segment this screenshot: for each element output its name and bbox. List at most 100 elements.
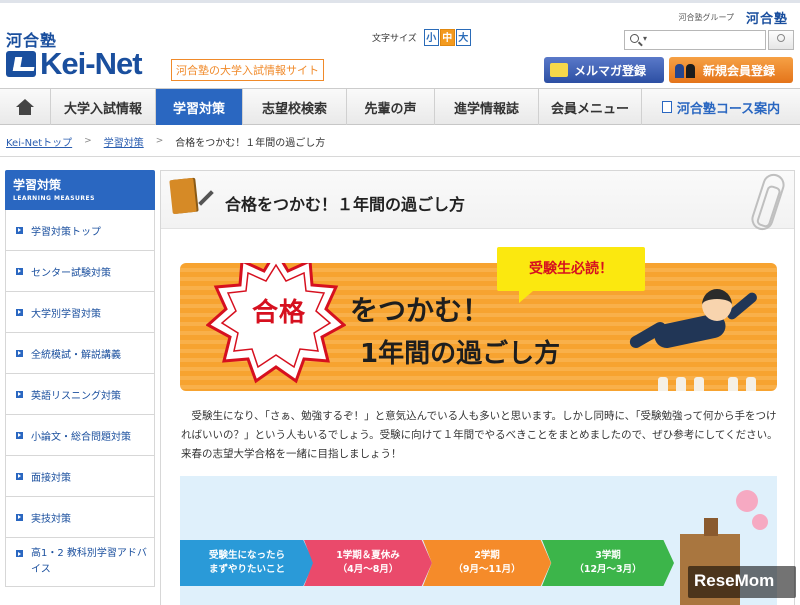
search-input[interactable]: ▾ (624, 30, 766, 50)
arrow-right-icon (16, 431, 23, 439)
cherry-blossom-icon (752, 514, 768, 530)
sidebar-item-university[interactable]: 大学別学習対策 (5, 292, 155, 333)
book-icon (169, 177, 197, 215)
arrow-right-icon (16, 472, 23, 480)
arrow-right-icon (16, 349, 23, 357)
sidebar-item-label: 小論文・総合問題対策 (31, 431, 131, 443)
sidebar-item-label: 高1・2 教科別学習アドバイス (31, 548, 147, 575)
hero-banner: 合格 をつかむ！ 1年間の過ごし方 (180, 263, 777, 391)
breadcrumb-current: 合格をつかむ！１年間の過ごし方 (175, 137, 326, 149)
timeline-step-line: 受験生になったら (208, 550, 285, 561)
banner-line-1: をつかむ！ (350, 294, 491, 327)
arrow-right-icon (16, 513, 23, 521)
callout-must-read: 受験生必読！ (497, 247, 645, 303)
group-link[interactable]: 河合塾グループ (678, 12, 734, 23)
sidebar-item-label: 全統模試・解説講義 (31, 349, 121, 361)
search-icon (630, 34, 639, 43)
arrow-right-icon (16, 390, 23, 398)
pencil-icon (198, 190, 214, 206)
title-bar: 合格をつかむ！１年間の過ごし方 (161, 171, 794, 233)
logo-text: Kei-Net (40, 46, 143, 81)
watermark-logo: ReseMom (688, 566, 796, 598)
people-icon (675, 62, 697, 78)
group-logo[interactable]: 河合塾 (746, 8, 788, 27)
arrow-right-icon (16, 550, 23, 557)
nav-item-member-menu[interactable]: 会員メニュー (539, 89, 642, 125)
sidebar-item-interview[interactable]: 面接対策 (5, 456, 155, 497)
timeline-step-line: （4月〜8月） (337, 564, 399, 575)
sidebar-item-label: 英語リスニング対策 (31, 390, 121, 402)
global-nav: 大学入試情報 学習対策 志望校検索 先輩の声 進学情報誌 会員メニュー 河合塾コ… (0, 88, 800, 125)
banner-line-2: 1年間の過ごし方 (360, 339, 561, 369)
main-content: 合格をつかむ！１年間の過ごし方 合格 をつかむ！ 1年間の過ごし方 受験生必読！… (160, 170, 795, 605)
sidebar-item-label: 学習対策トップ (31, 226, 101, 238)
breadcrumb-link-top[interactable]: Kei-Netトップ (6, 134, 72, 149)
breadcrumb-link-study[interactable]: 学習対策 (104, 134, 144, 149)
cheering-hands-icon (694, 377, 704, 391)
sidebar-subtitle: LEARNING MEASURES (13, 195, 95, 202)
timeline-step-start[interactable]: 受験生になったら まずやりたいこと (180, 540, 314, 586)
arrow-right-icon (16, 226, 23, 234)
site-tagline: 河合塾の大学入試情報サイト (171, 59, 324, 81)
timeline-step-term1[interactable]: 1学期＆夏休み （4月〜8月） (304, 540, 432, 586)
sidebar-item-label: 面接対策 (31, 472, 71, 484)
search-button[interactable] (768, 30, 794, 50)
font-size-medium-button[interactable]: 中 (439, 29, 455, 46)
cheering-hands-icon (746, 377, 756, 391)
font-size-switcher: 文字サイズ 小 中 大 (372, 29, 471, 46)
sidebar-item-center-exam[interactable]: センター試験対策 (5, 251, 155, 292)
sidebar-item-label: 実技対策 (31, 513, 71, 525)
nav-item-course-guide-label: 河合塾コース案内 (676, 101, 781, 117)
cheering-hands-icon (728, 377, 738, 391)
sidebar-item-label: 大学別学習対策 (31, 308, 101, 320)
document-icon (661, 101, 672, 113)
mailmag-label: メルマガ登録 (574, 63, 647, 78)
timeline-step-term3[interactable]: 3学期 （12月〜3月） (542, 540, 674, 586)
mailmag-register-button[interactable]: メルマガ登録 (544, 57, 664, 83)
nav-item-course-guide[interactable]: 河合塾コース案内 (642, 89, 800, 125)
logo-mark-icon (6, 51, 36, 77)
cherry-blossom-icon (736, 490, 758, 512)
sidebar-title: 学習対策 (13, 178, 62, 192)
seal-badge: 合格 (206, 263, 346, 387)
student-head (702, 289, 732, 321)
timeline-step-line: まずやりたいこと (208, 564, 285, 575)
breadcrumb-separator: > (84, 136, 92, 146)
arrow-right-icon (16, 308, 23, 316)
nav-home[interactable] (0, 89, 51, 125)
sidebar-item-label: センター試験対策 (31, 267, 111, 279)
font-size-small-button[interactable]: 小 (423, 29, 439, 46)
breadcrumb-separator: > (155, 136, 164, 146)
timeline-step-term2[interactable]: 2学期 （9月〜11月） (423, 540, 551, 586)
intro-paragraph: 受験生になり、「さぁ、勉強するぞ！」と意気込んでいる人も多いと思います。しかし同… (181, 410, 778, 460)
badge-text: 合格 (251, 298, 306, 328)
sidebar-item-mock-exam[interactable]: 全統模試・解説講義 (5, 333, 155, 374)
site-logo[interactable]: Kei-Net (6, 46, 143, 82)
timeline-step-line: 3学期 (595, 550, 621, 561)
font-size-large-button[interactable]: 大 (455, 29, 471, 46)
paperclip-icon (748, 171, 788, 233)
nav-item-magazine[interactable]: 進学情報誌 (435, 89, 539, 125)
cheering-hands-icon (658, 377, 668, 391)
font-size-label: 文字サイズ (372, 34, 417, 44)
home-icon (16, 99, 34, 115)
sidebar-item-subject-advice[interactable]: 高1・2 教科別学習アドバイス (5, 538, 155, 587)
jumping-student-illustration (627, 289, 768, 373)
cheering-hands-icon (676, 377, 686, 391)
nav-item-admission-info[interactable]: 大学入試情報 (51, 89, 156, 125)
timeline-step-line: （12月〜3月） (574, 564, 642, 575)
register-label: 新規会員登録 (703, 63, 776, 78)
sidebar-item-essay[interactable]: 小論文・総合問題対策 (5, 415, 155, 456)
nav-item-senior-voice[interactable]: 先輩の声 (347, 89, 435, 125)
site-header: 河合塾グループ 河合塾 河合塾 Kei-Net 河合塾の大学入試情報サイト 文字… (0, 0, 800, 88)
timeline-step-line: 2学期 (474, 550, 500, 561)
timeline-step-line: （9月〜11月） (453, 564, 521, 575)
search-dropdown-icon[interactable]: ▾ (643, 34, 647, 43)
nav-item-school-search[interactable]: 志望校検索 (243, 89, 347, 125)
nav-item-study[interactable]: 学習対策 (156, 89, 243, 125)
sidebar-item-listening[interactable]: 英語リスニング対策 (5, 374, 155, 415)
sidebar-item-practical[interactable]: 実技対策 (5, 497, 155, 538)
sidebar: 学習対策 LEARNING MEASURES 学習対策トップ センター試験対策 … (5, 170, 155, 587)
sidebar-item-study-top[interactable]: 学習対策トップ (5, 210, 155, 251)
new-member-register-button[interactable]: 新規会員登録 (669, 57, 793, 83)
